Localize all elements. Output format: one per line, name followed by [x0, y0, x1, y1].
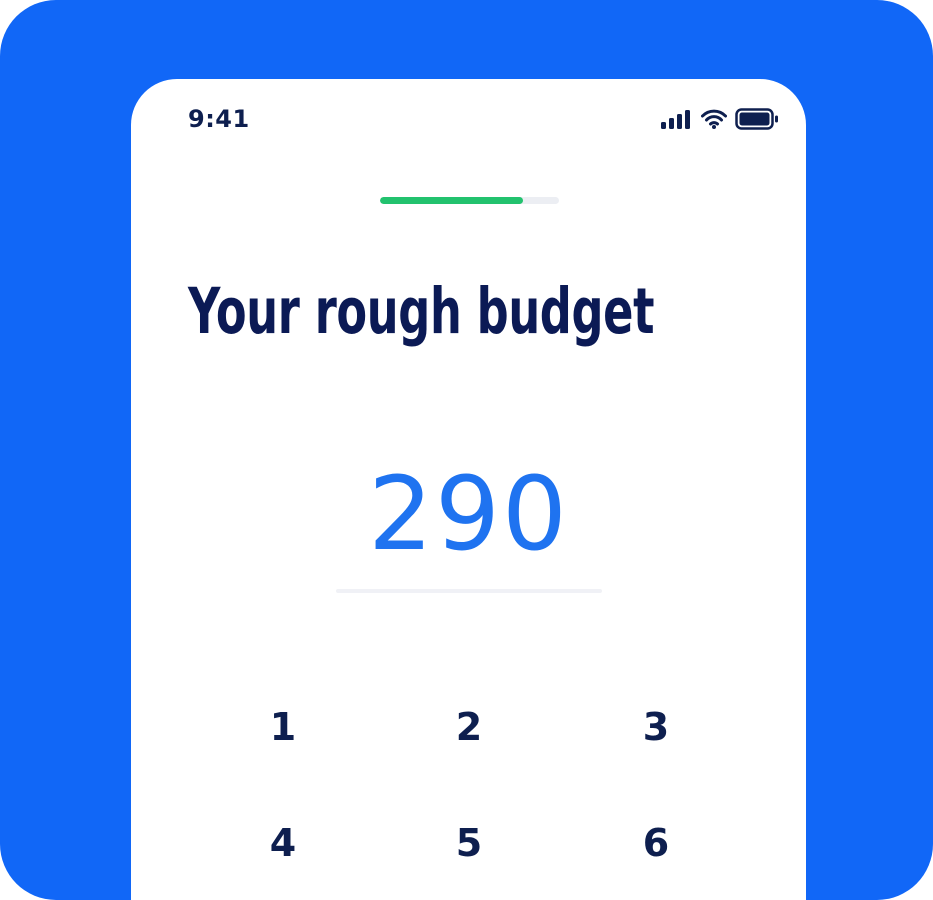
- progress-bar: [380, 197, 559, 204]
- keypad-key-3[interactable]: 3: [596, 687, 716, 767]
- amount-underline: [336, 589, 602, 593]
- keypad-key-1[interactable]: 1: [223, 687, 343, 767]
- status-time: 9:41: [188, 105, 250, 133]
- phone-screen: 9:41 Your rough budget 290 1 2 3 4 5 6: [131, 79, 806, 900]
- status-icons: [661, 107, 779, 135]
- background-frame: 9:41 Your rough budget 290 1 2 3 4 5 6: [0, 0, 933, 900]
- budget-amount-input[interactable]: 290: [336, 455, 601, 575]
- keypad-key-6[interactable]: 6: [596, 803, 716, 883]
- keypad-key-4[interactable]: 4: [223, 803, 343, 883]
- keypad-key-2[interactable]: 2: [409, 687, 529, 767]
- keypad-key-5[interactable]: 5: [409, 803, 529, 883]
- wifi-icon: [701, 109, 727, 134]
- battery-icon: [735, 107, 779, 135]
- progress-bar-fill: [380, 197, 524, 204]
- page-title: Your rough budget: [188, 275, 655, 348]
- signal-icon: [661, 109, 693, 134]
